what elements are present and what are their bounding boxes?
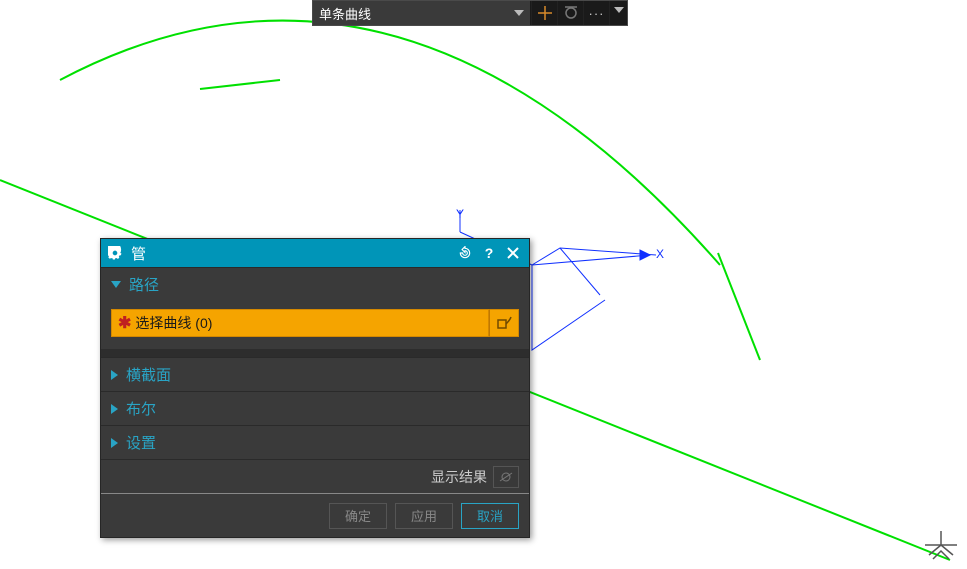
- dialog-title: 管: [129, 243, 453, 264]
- axis-label-y: Y: [456, 207, 464, 221]
- section-header-path[interactable]: 路径: [101, 267, 529, 301]
- selection-filter-combo[interactable]: 单条曲线: [313, 1, 531, 25]
- chevron-right-icon: [111, 438, 118, 448]
- show-result-label: 显示结果: [431, 467, 487, 487]
- show-result-toggle-row: 显示结果: [101, 459, 529, 493]
- select-curve-field[interactable]: ✱ 选择曲线 (0): [111, 309, 489, 337]
- show-result-toggle[interactable]: [493, 466, 519, 488]
- view-cube-icon[interactable]: [921, 527, 961, 563]
- sketch-section-button[interactable]: [489, 309, 519, 337]
- toolbar-dropdown-button[interactable]: [609, 1, 627, 25]
- cancel-button[interactable]: 取消: [461, 503, 519, 529]
- gear-icon[interactable]: [101, 246, 129, 260]
- reset-button[interactable]: [453, 239, 477, 267]
- dialog-button-bar: 确定 应用 取消: [101, 493, 529, 537]
- chevron-down-icon: [111, 281, 121, 288]
- apply-button[interactable]: 应用: [395, 503, 453, 529]
- chevron-right-icon: [111, 404, 118, 414]
- curve-tangent-icon-button[interactable]: [557, 1, 583, 25]
- section-body-path: ✱ 选择曲线 (0): [101, 301, 529, 349]
- more-options-button[interactable]: ···: [583, 1, 609, 25]
- section-header-settings[interactable]: 设置: [101, 425, 529, 459]
- selection-filter-toolbar: 单条曲线 ···: [312, 0, 628, 26]
- ok-button[interactable]: 确定: [329, 503, 387, 529]
- chevron-down-icon: [514, 10, 524, 16]
- section-label: 布尔: [126, 398, 156, 419]
- section-header-boolean[interactable]: 布尔: [101, 391, 529, 425]
- ellipsis-icon: ···: [589, 6, 605, 21]
- selection-filter-value: 单条曲线: [319, 4, 371, 23]
- help-button[interactable]: ?: [477, 239, 501, 267]
- section-label: 横截面: [126, 364, 171, 385]
- intersection-point-icon-button[interactable]: [531, 1, 557, 25]
- chevron-down-icon: [614, 7, 624, 13]
- section-label: 设置: [126, 432, 156, 453]
- dialog-titlebar[interactable]: 管 ?: [101, 239, 529, 267]
- section-header-cross-section[interactable]: 横截面: [101, 357, 529, 391]
- section-label: 路径: [129, 274, 159, 295]
- select-curve-label: 选择曲线 (0): [135, 313, 212, 333]
- chevron-right-icon: [111, 370, 118, 380]
- tube-dialog: 管 ? 路径 ✱ 选择曲线 (0) 横截面 布尔: [100, 238, 530, 538]
- axis-label-x: X: [656, 247, 664, 261]
- close-button[interactable]: [501, 239, 525, 267]
- required-asterisk-icon: ✱: [118, 313, 131, 333]
